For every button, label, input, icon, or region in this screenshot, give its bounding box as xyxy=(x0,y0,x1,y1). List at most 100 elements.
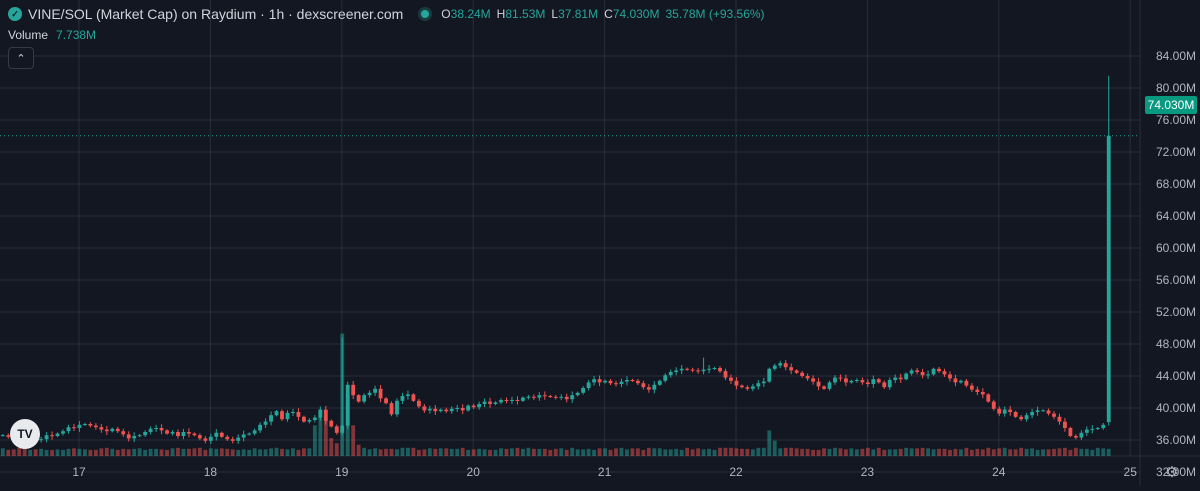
volume-bar xyxy=(1041,449,1045,456)
x-tick-label: 18 xyxy=(204,465,218,479)
volume-bar xyxy=(307,448,312,456)
volume-bar xyxy=(739,448,744,456)
candle-body xyxy=(384,398,388,404)
volume-bar xyxy=(219,448,224,456)
volume-bar xyxy=(208,448,213,456)
candle-body xyxy=(356,395,361,402)
candle-body xyxy=(444,409,449,412)
volume-bar xyxy=(608,449,613,456)
candle-body xyxy=(526,396,531,398)
volume-bar xyxy=(783,447,788,456)
candle-body xyxy=(1106,135,1111,423)
candle-body xyxy=(625,380,629,382)
tradingview-logo-icon[interactable]: TV xyxy=(10,419,40,449)
volume-bar xyxy=(559,448,564,456)
volume-bar xyxy=(1079,448,1084,456)
candle-body xyxy=(559,396,564,398)
volume-bar xyxy=(471,449,476,456)
candle-body xyxy=(159,428,164,431)
candle-body xyxy=(1095,428,1100,429)
collapse-legend-button[interactable]: ⌃ xyxy=(8,47,34,69)
volume-bar xyxy=(395,449,399,456)
volume-bar xyxy=(750,449,755,456)
volume-bar xyxy=(800,448,805,456)
vine-logo-icon: ✓ xyxy=(8,7,22,21)
open-label: O xyxy=(441,7,451,21)
volume-bar xyxy=(1052,448,1056,456)
volume-bar xyxy=(1101,448,1106,456)
volume-bar xyxy=(280,448,284,456)
volume-bar xyxy=(143,449,148,456)
volume-bar xyxy=(214,448,219,456)
volume-bar xyxy=(11,449,16,456)
volume-bar xyxy=(449,448,454,456)
volume-bar xyxy=(948,449,952,456)
candle-body xyxy=(137,435,142,437)
volume-bar xyxy=(263,449,268,456)
candle-body xyxy=(219,432,224,437)
candle-body xyxy=(1041,410,1045,412)
y-tick-label: 36.00M xyxy=(1156,433,1196,447)
volume-bar xyxy=(515,447,520,456)
candle-body xyxy=(269,415,273,422)
y-tick-label: 80.00M xyxy=(1156,81,1196,95)
candle-body xyxy=(865,382,870,384)
volume-bar xyxy=(170,448,175,456)
candle-body xyxy=(827,382,832,389)
candle-body xyxy=(811,378,816,382)
volume-bar xyxy=(225,448,230,456)
candle-body xyxy=(50,435,54,437)
candle-body xyxy=(926,374,930,376)
volume-bar xyxy=(132,448,137,456)
candle-body xyxy=(690,369,695,371)
volume-bar xyxy=(296,449,301,456)
volume-bar xyxy=(181,448,186,456)
volume-bar xyxy=(586,448,591,456)
volume-bar xyxy=(876,447,881,456)
volume-bar xyxy=(6,449,11,456)
candle-body xyxy=(767,368,772,382)
candle-body xyxy=(230,439,235,441)
volume-bar xyxy=(816,449,821,456)
candle-body xyxy=(1008,409,1013,412)
volume-bar xyxy=(570,447,575,456)
last-price-badge: 74.030M xyxy=(1145,96,1197,114)
candle-body xyxy=(997,408,1002,414)
volume-bar xyxy=(236,449,241,456)
open-value: 38.24M xyxy=(450,7,491,21)
candle-body xyxy=(416,400,421,407)
candle-body xyxy=(876,379,881,383)
volume-bar xyxy=(614,448,618,456)
x-tick-label: 21 xyxy=(598,465,612,479)
candle-body xyxy=(948,374,952,379)
volume-bar xyxy=(663,449,668,456)
volume-bar xyxy=(329,438,334,456)
chart-root[interactable]: 32.00M 36.00M 40.00M 44.00M 48.00M 52.00M 56.0… xyxy=(0,0,1200,486)
volume-bar xyxy=(444,448,449,456)
candle-body xyxy=(537,395,542,398)
candle-body xyxy=(991,401,996,409)
volume-bar xyxy=(1030,448,1035,456)
candle-body xyxy=(833,377,837,383)
y-tick-label: 68.00M xyxy=(1156,177,1196,191)
volume-bar xyxy=(1035,449,1040,456)
volume-bar xyxy=(433,448,438,456)
candle-body xyxy=(82,424,87,425)
gear-icon[interactable]: ⚙ xyxy=(1163,463,1181,481)
volume-bar xyxy=(838,448,843,456)
candle-body xyxy=(44,435,49,440)
candle-body xyxy=(635,380,640,384)
candle-body xyxy=(849,380,854,383)
volume-bar xyxy=(427,448,432,456)
volume-bar xyxy=(575,449,580,456)
candle-body xyxy=(406,394,410,396)
price-chart[interactable]: 32.00M36.00M40.00M44.00M48.00M52.00M56.0… xyxy=(0,0,1200,486)
candle-body xyxy=(181,432,186,436)
volume-bar xyxy=(367,449,372,456)
candle-body xyxy=(1035,410,1040,412)
candle-body xyxy=(668,372,673,376)
candle-body xyxy=(729,377,733,381)
volume-bar xyxy=(761,447,766,456)
candle-body xyxy=(608,380,613,384)
volume-bar xyxy=(526,447,531,456)
